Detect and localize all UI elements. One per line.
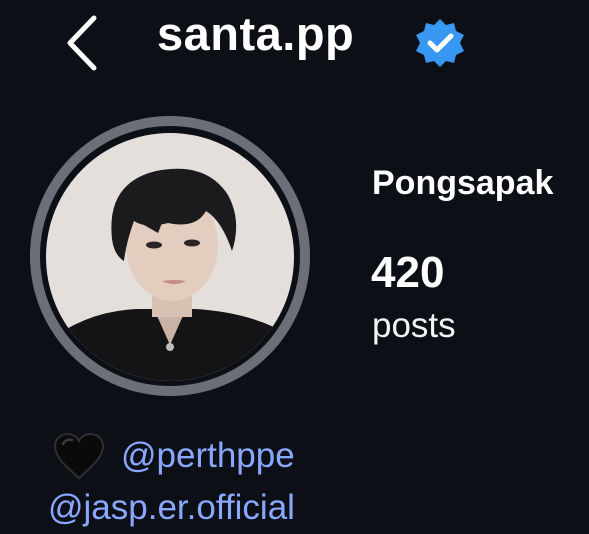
profile-username: santa.pp <box>157 7 355 60</box>
back-button[interactable] <box>58 14 108 72</box>
profile-avatar[interactable] <box>46 133 294 381</box>
avatar-photo <box>46 133 294 381</box>
profile-display-name: Pongsapak <box>372 164 554 202</box>
verified-badge-icon <box>416 19 464 67</box>
posts-label[interactable]: posts <box>372 306 456 346</box>
chevron-left-icon <box>67 15 97 71</box>
bio-mention-link[interactable]: @jasp.er.official <box>48 488 295 528</box>
bio-mention-link[interactable]: @perthppe <box>121 436 295 476</box>
posts-count[interactable]: 420 <box>371 248 444 298</box>
black-heart-icon <box>53 432 105 480</box>
